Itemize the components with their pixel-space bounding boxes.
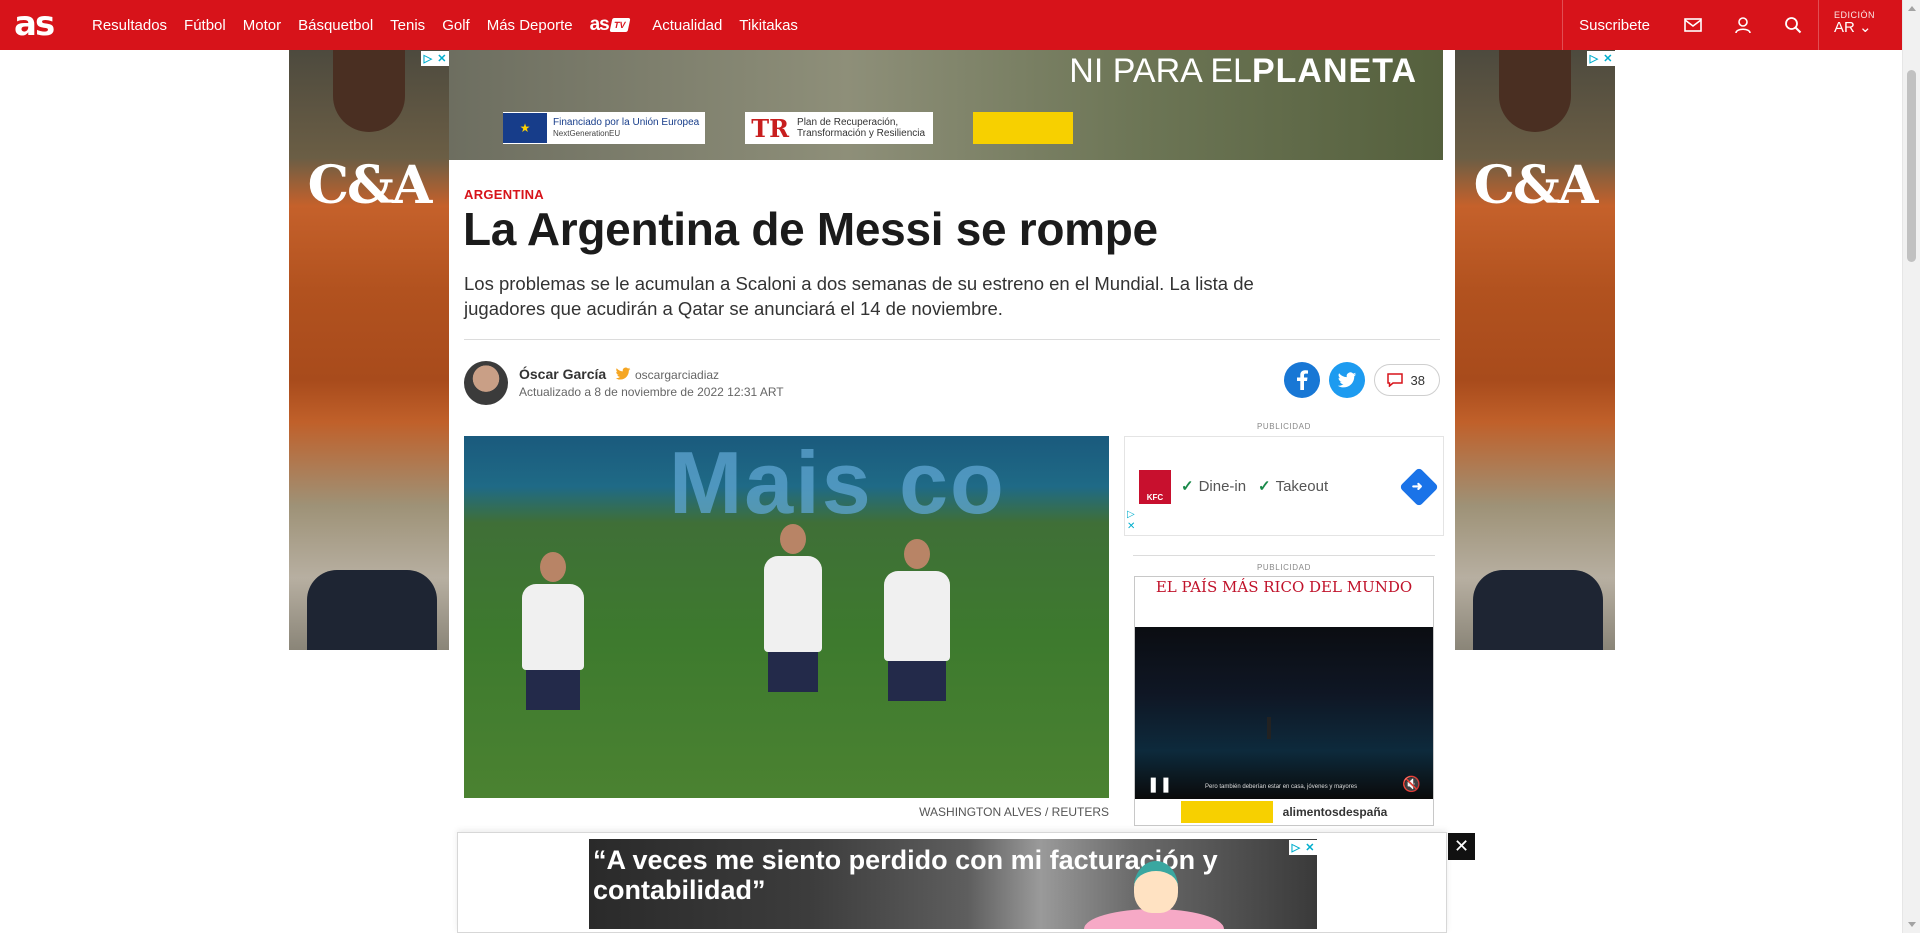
ad-quote: “A veces me siento perdido con mi factur… — [593, 845, 1218, 905]
photo-credit: WASHINGTON ALVES / REUTERS — [919, 805, 1109, 819]
twitter-share-button[interactable] — [1328, 362, 1365, 398]
mute-icon[interactable]: 🔇 — [1402, 775, 1421, 793]
tr-logo-icon: TR — [751, 113, 790, 143]
kfc-logo: KFC — [1139, 470, 1171, 504]
vertical-scrollbar[interactable] — [1902, 0, 1920, 933]
pais-ad-title: El país más rico del mundo — [1155, 578, 1413, 596]
facebook-share-button[interactable] — [1283, 362, 1320, 398]
nav-item-mas-deporte[interactable]: Más Deporte — [487, 17, 573, 34]
twitter-icon — [615, 367, 631, 380]
mail-icon[interactable] — [1668, 0, 1718, 50]
gobierno-badge — [973, 112, 1074, 144]
close-icon: ✕ — [1453, 836, 1470, 856]
ad-video[interactable]: ❚❚ Pero también deberían estar en casa, … — [1135, 627, 1433, 799]
model-jeans — [307, 570, 437, 650]
divider — [464, 339, 1440, 340]
banner-slogan: NI PARA ELPLANETA — [1069, 52, 1417, 90]
video-silhouette — [1267, 717, 1271, 739]
author-twitter-handle[interactable]: oscargarciadiaz — [635, 368, 719, 382]
edition-label: EDICIÓN — [1834, 10, 1876, 20]
sticky-bottom-ad[interactable]: “A veces me siento perdido con mi factur… — [457, 832, 1447, 933]
sticky-ad-creative[interactable]: “A veces me siento perdido con mi factur… — [589, 839, 1317, 929]
user-icon[interactable] — [1718, 0, 1768, 50]
directions-icon[interactable]: ➜ — [1399, 467, 1439, 507]
adchoices-icon[interactable]: ▷ ✕ — [421, 51, 449, 66]
model-jeans — [1473, 570, 1603, 650]
tv-badge: TV — [609, 18, 630, 32]
article-main-photo[interactable]: Mais co — [464, 436, 1109, 798]
player-figure — [764, 524, 822, 692]
twitter-icon — [1337, 371, 1356, 387]
pais-video-ad[interactable]: El país más rico del mundo ❚❚ Pero tambi… — [1134, 576, 1434, 826]
top-banner-ad[interactable]: NI PARA ELPLANETA ★ Financiado por la Un… — [449, 50, 1443, 160]
scrollbar-thumb[interactable] — [1907, 70, 1916, 262]
player-figure — [522, 552, 584, 710]
video-caption: Pero también deberían estar en casa, jóv… — [1205, 784, 1358, 790]
top-right-tools: Suscribete EDICIÓN AR ⌄ — [1562, 0, 1902, 50]
check-icon: ✓ — [1258, 478, 1271, 495]
player-figure — [884, 539, 950, 701]
share-bar: 38 — [1283, 361, 1440, 399]
eu-funding-badge: ★ Financiado por la Unión Europea NextGen… — [503, 112, 706, 144]
scroll-up-arrow-icon[interactable] — [1908, 6, 1916, 11]
gobierno-badge — [1180, 801, 1273, 823]
comments-button[interactable]: 38 — [1373, 364, 1440, 396]
advertising-label: PUBLICIDAD — [1256, 422, 1311, 431]
scroll-down-arrow-icon[interactable] — [1908, 922, 1916, 927]
article-headline: La Argentina de Messi se rompe — [463, 203, 1158, 255]
comment-icon — [1386, 373, 1403, 387]
model-head — [333, 50, 405, 132]
model-head — [1499, 50, 1571, 132]
nav-item-resultados[interactable]: Resultados — [92, 17, 167, 34]
subscribe-link[interactable]: Suscribete — [1562, 0, 1668, 50]
chevron-down-icon: ⌄ — [1859, 19, 1872, 36]
article-subheadline: Los problemas se le acumulan a Scaloni a… — [464, 273, 1254, 319]
nav-item-tikitakas[interactable]: Tikitakas — [739, 17, 798, 34]
kfc-option-dine-in: ✓ Dine-in — [1181, 478, 1247, 495]
byline: Óscar García oscargarciadiaz Actualizado… — [464, 361, 1440, 407]
photo-background-text: Mais co — [669, 436, 1006, 532]
ad-illustration-figure — [1134, 861, 1178, 913]
search-icon[interactable] — [1768, 0, 1818, 50]
banner-logos: ★ Financiado por la Unión Europea NextGen… — [503, 112, 1113, 144]
kfc-ad[interactable]: KFC ✓ Dine-in ✓ Takeout ➜ ▷ ✕ — [1124, 436, 1444, 536]
recovery-plan-badge: TR Plan de Recuperación, Transformación … — [745, 112, 934, 144]
nav-item-basquetbol[interactable]: Básquetbol — [298, 17, 373, 34]
comments-count: 38 — [1410, 372, 1425, 388]
as-logo[interactable]: as — [14, 6, 55, 42]
nav-item-tenis[interactable]: Tenis — [390, 17, 425, 34]
section-tag[interactable]: ARGENTINA — [464, 187, 544, 202]
nav-item-motor[interactable]: Motor — [243, 17, 281, 34]
adchoices-icon[interactable]: ▷ ✕ — [1127, 509, 1135, 533]
alimentos-logo: alimentosdespaña — [1282, 805, 1388, 819]
author-avatar[interactable] — [464, 361, 508, 405]
eu-flag-icon: ★ — [503, 113, 547, 143]
left-skyscraper-ad[interactable]: C&A ▷ ✕ — [289, 50, 449, 650]
close-sticky-ad-button[interactable]: ✕ — [1448, 833, 1475, 860]
nav-item-actualidad[interactable]: Actualidad — [652, 17, 722, 34]
nav-item-futbol[interactable]: Fútbol — [184, 17, 226, 34]
nav-item-as-tv[interactable]: as TV — [589, 14, 630, 36]
right-skyscraper-ad[interactable]: C&A ▷ ✕ — [1455, 50, 1615, 650]
adchoices-icon[interactable]: ▷ ✕ — [1587, 51, 1615, 66]
advertising-label: PUBLICIDAD — [1256, 563, 1311, 572]
article-column: NI PARA ELPLANETA ★ Financiado por la Un… — [449, 50, 1455, 933]
ad-brand-logo: C&A — [307, 155, 433, 216]
check-icon: ✓ — [1181, 478, 1194, 495]
top-navigation-bar: as Resultados Fútbol Motor Básquetbol Te… — [0, 0, 1902, 50]
as-tv-logo: as — [589, 14, 610, 35]
ad-brand-logo: C&A — [1473, 155, 1599, 216]
facebook-icon — [1296, 370, 1308, 390]
pause-icon[interactable]: ❚❚ — [1147, 775, 1172, 793]
nav-item-golf[interactable]: Golf — [442, 17, 470, 34]
adchoices-icon[interactable]: ▷ ✕ — [1289, 840, 1317, 855]
pais-ad-footer: alimentosdespaña — [1135, 799, 1433, 825]
author-name[interactable]: Óscar García — [519, 366, 606, 382]
edition-value: AR ⌄ — [1834, 19, 1872, 36]
updated-timestamp: Actualizado a 8 de noviembre de 2022 12:… — [519, 385, 784, 399]
main-nav: Resultados Fútbol Motor Básquetbol Tenis… — [92, 0, 815, 50]
kfc-option-takeout: ✓ Takeout — [1258, 478, 1329, 495]
edition-selector[interactable]: EDICIÓN AR ⌄ — [1818, 0, 1902, 50]
divider — [1133, 555, 1435, 556]
